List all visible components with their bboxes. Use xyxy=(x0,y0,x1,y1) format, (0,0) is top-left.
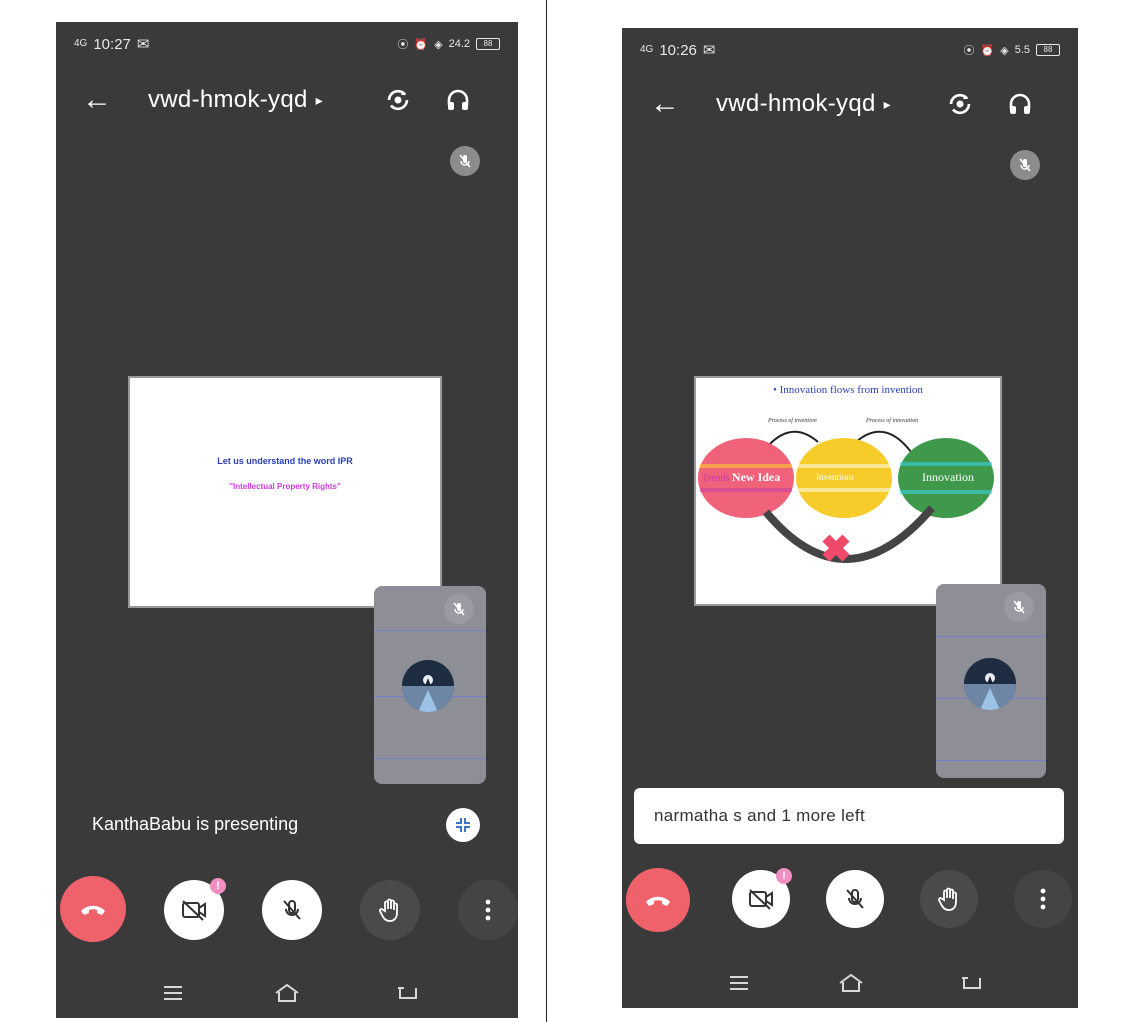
innovation-diagram xyxy=(698,430,994,563)
arrow-left-icon[interactable]: ← xyxy=(82,85,112,115)
menu-icon[interactable] xyxy=(158,978,188,1008)
signal-icon: 4G xyxy=(74,38,88,49)
system-nav-bar xyxy=(56,978,518,1018)
location-icon: ⦿ xyxy=(963,45,975,57)
circle1-b: New Idea xyxy=(731,470,781,484)
back-nav-icon[interactable] xyxy=(392,978,422,1008)
meeting-top-bar: ← vwd-hmok-yqd ▸ xyxy=(622,82,1078,126)
alarm-icon: ⏰ xyxy=(414,38,429,51)
raise-hand-icon[interactable] xyxy=(920,870,978,928)
meeting-code-text: vwd-hmok-yqd xyxy=(148,86,308,113)
status-time: 10:26 xyxy=(659,41,697,59)
slide-subtitle: "Intellectual Property Rights" xyxy=(229,482,341,491)
avatar xyxy=(402,660,454,712)
circle1-text: Trends New Idea xyxy=(702,470,780,485)
signal-icon: 4G xyxy=(640,44,654,55)
mic-off-icon xyxy=(1010,150,1040,180)
alarm-icon: ⏰ xyxy=(980,44,995,57)
network-speed: 24.2 xyxy=(448,38,470,50)
status-bar: 4G 10:27 ✉ ⦿ ⏰ ◈ 24.2 88 xyxy=(74,32,500,56)
more-vert-icon[interactable] xyxy=(458,880,518,940)
battery-icon: 88 xyxy=(476,38,500,50)
meeting-code[interactable]: vwd-hmok-yqd ▸ xyxy=(716,90,891,118)
meeting-top-bar: ← vwd-hmok-yqd ▸ xyxy=(56,78,518,122)
chevron-right-icon: ▸ xyxy=(883,96,891,113)
switch-camera-icon[interactable] xyxy=(944,88,976,120)
alert-badge: ! xyxy=(776,868,792,884)
battery-icon: 88 xyxy=(1036,44,1060,56)
network-speed: 5.5 xyxy=(1014,44,1030,56)
mic-off-icon xyxy=(450,146,480,176)
avatar xyxy=(964,658,1016,710)
switch-camera-icon[interactable] xyxy=(382,84,414,116)
circle1-a: Trends xyxy=(702,473,730,484)
circle3-text: Innovation xyxy=(922,470,974,484)
arrow-left-icon[interactable]: ← xyxy=(650,89,680,119)
slide-title: Let us understand the word IPR xyxy=(217,456,353,466)
panel-divider xyxy=(546,0,547,1022)
vibrate-icon: ◈ xyxy=(434,38,443,51)
presentation-slide: Let us understand the word IPR "Intellec… xyxy=(128,376,442,608)
meeting-code-text: vwd-hmok-yqd xyxy=(716,90,876,117)
message-icon: ✉ xyxy=(702,42,716,59)
presenting-label: KanthaBabu is presenting xyxy=(92,814,299,834)
mic-off-icon[interactable] xyxy=(826,870,884,928)
presentation-slide: • Innovation flows from invention Proces… xyxy=(694,376,1002,606)
headphones-icon[interactable] xyxy=(442,84,474,116)
fullscreen-exit-icon[interactable] xyxy=(446,808,480,842)
self-video-tile[interactable] xyxy=(374,586,486,784)
mic-off-icon[interactable] xyxy=(262,880,322,940)
notification-text: narmatha s and 1 more left xyxy=(654,806,865,825)
vibrate-icon: ◈ xyxy=(1000,44,1009,57)
mic-off-icon xyxy=(444,594,474,624)
video-off-icon[interactable]: ! xyxy=(164,878,226,940)
message-icon: ✉ xyxy=(136,36,150,53)
participant-left-notification: narmatha s and 1 more left xyxy=(634,788,1064,844)
alert-badge: ! xyxy=(210,878,226,894)
circle2-text: Inventions xyxy=(816,472,854,482)
back-nav-icon[interactable] xyxy=(956,968,986,998)
meeting-code[interactable]: vwd-hmok-yqd ▸ xyxy=(148,86,323,114)
location-icon: ⦿ xyxy=(397,39,409,51)
more-vert-icon[interactable] xyxy=(1014,870,1072,928)
raise-hand-icon[interactable] xyxy=(360,880,420,940)
self-video-tile[interactable] xyxy=(936,584,1046,778)
home-icon[interactable] xyxy=(836,968,866,998)
chevron-right-icon: ▸ xyxy=(315,92,323,109)
phone-hangup-icon[interactable] xyxy=(626,868,690,932)
phone-screen-right: 4G 10:26 ✉ ⦿ ⏰ ◈ 5.5 88 ← vwd-hmok-yqd ▸ … xyxy=(622,28,1078,1008)
status-bar: 4G 10:26 ✉ ⦿ ⏰ ◈ 5.5 88 xyxy=(640,38,1060,62)
home-icon[interactable] xyxy=(272,978,302,1008)
phone-screen-left: 4G 10:27 ✉ ⦿ ⏰ ◈ 24.2 88 ← vwd-hmok-yqd ▸… xyxy=(56,22,518,1018)
headphones-icon[interactable] xyxy=(1004,88,1036,120)
menu-icon[interactable] xyxy=(724,968,754,998)
mic-off-icon xyxy=(1004,592,1034,622)
phone-hangup-icon[interactable] xyxy=(60,876,126,942)
video-off-icon[interactable]: ! xyxy=(732,868,792,928)
system-nav-bar xyxy=(622,968,1078,1008)
status-time: 10:27 xyxy=(93,35,131,53)
